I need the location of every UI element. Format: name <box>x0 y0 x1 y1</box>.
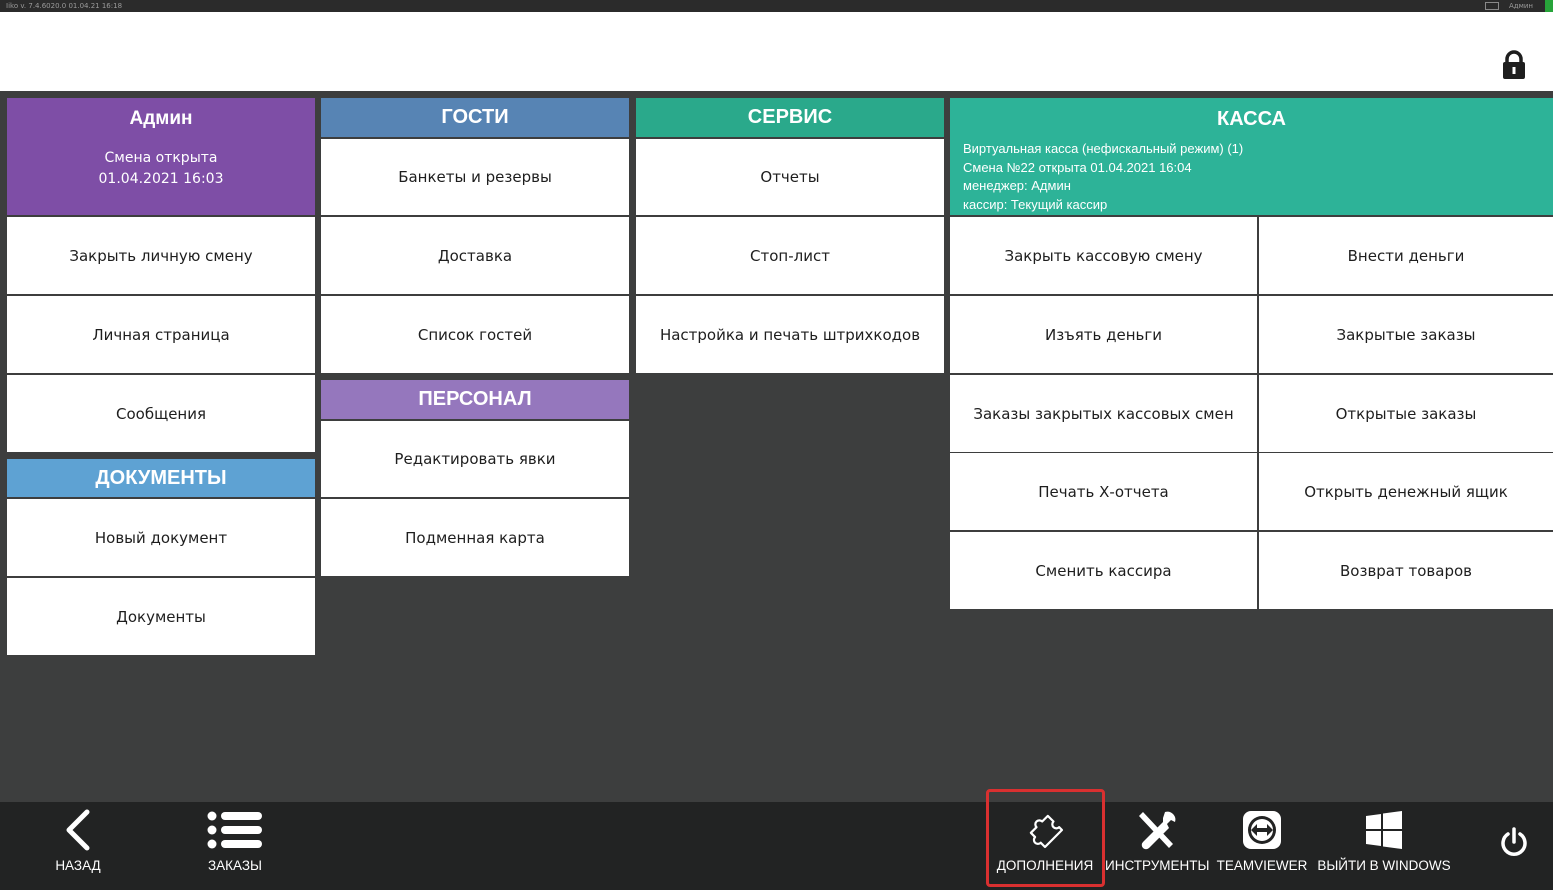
orders-button[interactable]: ЗАКАЗЫ <box>195 802 275 890</box>
power-icon[interactable] <box>1499 827 1529 859</box>
stop-list-button[interactable]: Стоп-лист <box>636 217 944 294</box>
kassa-title: КАССА <box>1217 108 1286 130</box>
top-header <box>0 12 1553 91</box>
chevron-left-icon <box>66 809 90 851</box>
status-bar: Iiko v. 7.4.6020.0 01.04.21 16:18 Админ <box>0 0 1553 12</box>
windows-icon <box>1366 811 1402 849</box>
documents-button[interactable]: Документы <box>7 578 315 655</box>
kassa-info-manager: менеджер: Админ <box>963 178 1071 194</box>
deposit-money-button[interactable]: Внести деньги <box>1259 217 1553 294</box>
kassa-info-shift: Смена №22 открыта 01.04.2021 16:04 <box>963 159 1192 175</box>
messages-button[interactable]: Сообщения <box>7 375 315 452</box>
barcode-settings-button[interactable]: Настройка и печать штрихкодов <box>636 296 944 373</box>
shift-status: Смена открыта <box>104 150 218 166</box>
kassa-info-cashier: кассир: Текущий кассир <box>963 197 1108 213</box>
reports-button[interactable]: Отчеты <box>636 139 944 215</box>
mail-icon <box>1485 2 1499 10</box>
substitute-card-button[interactable]: Подменная карта <box>321 499 629 576</box>
tools-icon <box>1139 811 1176 850</box>
closed-shift-orders-button[interactable]: Заказы закрытых кассовых смен <box>950 375 1257 452</box>
tools-label: ИНСТРУМЕНТЫ <box>1105 858 1210 873</box>
status-user: Админ <box>1508 2 1533 10</box>
teamviewer-icon <box>1243 811 1281 849</box>
exit-windows-button[interactable]: ВЫЙТИ В WINDOWS <box>1316 802 1452 890</box>
close-personal-shift-button[interactable]: Закрыть личную смену <box>7 217 315 294</box>
addons-highlight-box <box>986 789 1105 887</box>
teamviewer-button[interactable]: TEAMVIEWER <box>1216 802 1308 890</box>
guests-header: ГОСТИ <box>321 98 629 137</box>
withdraw-money-button[interactable]: Изъять деньги <box>950 296 1257 373</box>
admin-panel-header: Админ Смена открыта 01.04.2021 16:03 <box>7 98 315 215</box>
banquets-button[interactable]: Банкеты и резервы <box>321 139 629 215</box>
new-document-button[interactable]: Новый документ <box>7 499 315 576</box>
back-button[interactable]: НАЗАД <box>38 802 118 890</box>
open-cash-drawer-button[interactable]: Открыть денежный ящик <box>1259 453 1553 530</box>
closed-orders-button[interactable]: Закрытые заказы <box>1259 296 1553 373</box>
change-cashier-button[interactable]: Сменить кассира <box>950 532 1257 609</box>
service-header: СЕРВИС <box>636 98 944 137</box>
teamviewer-label: TEAMVIEWER <box>1216 858 1308 873</box>
kassa-info-register: Виртуальная касса (нефискальный режим) (… <box>963 141 1244 156</box>
edit-attendance-button[interactable]: Редактировать явки <box>321 421 629 497</box>
print-x-report-button[interactable]: Печать Х-отчета <box>950 453 1257 530</box>
list-icon <box>207 811 262 849</box>
bottom-toolbar: НАЗАД ЗАКАЗЫ ДОПОЛНЕНИЯ ИНСТРУМЕНТЫ TEAM… <box>0 802 1553 890</box>
personal-page-button[interactable]: Личная страница <box>7 296 315 373</box>
admin-title: Админ <box>129 108 193 129</box>
return-goods-button[interactable]: Возврат товаров <box>1259 532 1553 609</box>
kassa-header: КАССА Виртуальная касса (нефискальный ре… <box>950 98 1553 215</box>
close-cash-shift-button[interactable]: Закрыть кассовую смену <box>950 217 1257 294</box>
open-orders-button[interactable]: Открытые заказы <box>1259 375 1553 452</box>
documents-header: ДОКУМЕНТЫ <box>7 459 315 497</box>
guest-list-button[interactable]: Список гостей <box>321 296 629 373</box>
staff-header: ПЕРСОНАЛ <box>321 380 629 419</box>
back-label: НАЗАД <box>55 858 101 873</box>
exit-windows-label: ВЫЙТИ В WINDOWS <box>1317 858 1451 873</box>
status-indicator <box>1545 0 1553 12</box>
tools-button[interactable]: ИНСТРУМЕНТЫ <box>1105 802 1209 890</box>
version-text: Iiko v. 7.4.6020.0 01.04.21 16:18 <box>6 2 123 10</box>
shift-time: 01.04.2021 16:03 <box>98 171 224 187</box>
lock-icon[interactable] <box>1502 50 1526 80</box>
orders-label: ЗАКАЗЫ <box>208 858 262 873</box>
delivery-button[interactable]: Доставка <box>321 217 629 294</box>
